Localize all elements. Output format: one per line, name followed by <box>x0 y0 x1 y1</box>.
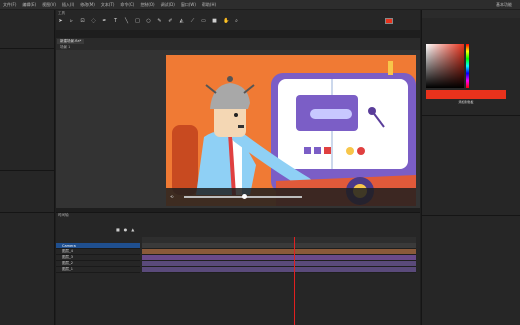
playhead[interactable] <box>294 237 295 325</box>
layer-row[interactable]: 图层_1 <box>56 267 140 273</box>
eraser-tool-icon[interactable]: ▭ <box>201 18 206 24</box>
panel-divider <box>0 48 55 49</box>
menu-commands[interactable]: 命令(C) <box>120 2 134 8</box>
add-to-swatches-button[interactable]: 添加到色板 <box>426 100 506 104</box>
tools-bar: 工具 ➤ ▹ ⊡ ◌ ✒ T ╲ □ ○ ✎ ✐ ◭ ⟋ ▭ ■ ✋ ⌕ <box>56 10 420 30</box>
menu-edit[interactable]: 编辑(E) <box>22 2 36 8</box>
menu-modify[interactable]: 修改(M) <box>80 2 95 8</box>
arrow-tool-icon[interactable]: ➤ <box>58 18 63 24</box>
layer-name: 图层_3 <box>62 255 73 259</box>
hue-slider[interactable] <box>466 44 469 88</box>
stage-illustration <box>166 55 416 206</box>
fill-color-swatch[interactable] <box>385 18 393 24</box>
layer-name: Camera <box>62 243 76 248</box>
document-tabs: 新建场景.fla* 场景 1 <box>56 38 420 50</box>
text-tool-icon[interactable]: T <box>113 18 118 24</box>
zoom-tool-icon[interactable]: ⌕ <box>234 18 239 24</box>
panel-tabs <box>422 10 520 18</box>
layer-name: 图层_4 <box>62 249 73 253</box>
pencil-tool-icon[interactable]: ✎ <box>157 18 162 24</box>
breadcrumb[interactable]: 场景 1 <box>60 45 70 50</box>
camera-tool-icon[interactable]: ■ <box>212 18 217 24</box>
tools-title: 工具 <box>58 11 65 15</box>
menu-text[interactable]: 文本(T) <box>101 2 115 8</box>
rect-tool-icon[interactable]: □ <box>135 18 140 24</box>
lasso-tool-icon[interactable]: ◌ <box>91 18 96 24</box>
menu-insert[interactable]: 插入(I) <box>62 2 74 8</box>
scrub-handle[interactable] <box>242 194 247 199</box>
left-panel <box>0 10 55 325</box>
stage-panel: 新建场景.fla* 场景 1 ⟲ <box>56 38 420 208</box>
menu-control[interactable]: 控制(O) <box>140 2 154 8</box>
track-row[interactable] <box>142 267 416 273</box>
brush-tool-icon[interactable]: ✐ <box>168 18 173 24</box>
menu-file[interactable]: 文件(F) <box>3 2 16 8</box>
frame-tracks[interactable] <box>142 243 416 273</box>
properties-panel: 添加到色板 <box>421 10 520 325</box>
subselect-tool-icon[interactable]: ▹ <box>69 18 74 24</box>
document-tab[interactable]: 新建场景.fla* <box>57 39 85 44</box>
panel-divider <box>422 215 520 216</box>
pen-tool-icon[interactable]: ✒ <box>102 18 107 24</box>
playback-controls: ⟲ <box>166 188 416 206</box>
timeline-panel: 时间轴 ■ ● ▲ Camera 图层_4 图层_3 图层_2 图层_1 <box>56 212 420 325</box>
stage-canvas[interactable]: ⟲ <box>166 55 416 206</box>
layer-name: 图层_2 <box>62 261 73 265</box>
tool-list: ➤ ▹ ⊡ ◌ ✒ T ╲ □ ○ ✎ ✐ ◭ ⟋ ▭ ■ ✋ ⌕ <box>58 18 239 24</box>
panel-divider <box>0 212 55 213</box>
workspace-switcher[interactable]: 基本功能 <box>496 2 512 8</box>
menu-view[interactable]: 视图(V) <box>42 2 56 8</box>
menu-window[interactable]: 窗口(W) <box>181 2 196 8</box>
panel-divider <box>422 115 520 116</box>
eye-icon[interactable]: ● <box>124 227 128 232</box>
loop-icon[interactable]: ⟲ <box>170 194 173 199</box>
timeline-tab[interactable]: 时间轴 <box>58 213 69 217</box>
lock-icon[interactable]: ▲ <box>131 227 134 232</box>
layer-controls: ■ ● ▲ <box>116 227 134 232</box>
color-preview <box>426 90 506 99</box>
panel-divider <box>0 170 55 171</box>
hand-tool-icon[interactable]: ✋ <box>223 18 229 24</box>
menu-debug[interactable]: 调试(D) <box>161 2 175 8</box>
transform-tool-icon[interactable]: ⊡ <box>80 18 85 24</box>
camera-icon[interactable]: ■ <box>116 227 120 232</box>
line-tool-icon[interactable]: ╲ <box>124 18 129 24</box>
timeline-header: 时间轴 <box>56 213 420 221</box>
paint-bucket-tool-icon[interactable]: ◭ <box>179 18 184 24</box>
menu-bar: 文件(F) 编辑(E) 视图(V) 插入(I) 修改(M) 文本(T) 命令(C… <box>0 0 520 9</box>
layer-list: Camera 图层_4 图层_3 图层_2 图层_1 <box>56 243 140 273</box>
layer-name: 图层_1 <box>62 267 73 271</box>
oval-tool-icon[interactable]: ○ <box>146 18 151 24</box>
color-picker-field[interactable] <box>426 44 464 88</box>
menu-help[interactable]: 帮助(H) <box>202 2 216 8</box>
eyedropper-tool-icon[interactable]: ⟋ <box>190 18 195 24</box>
